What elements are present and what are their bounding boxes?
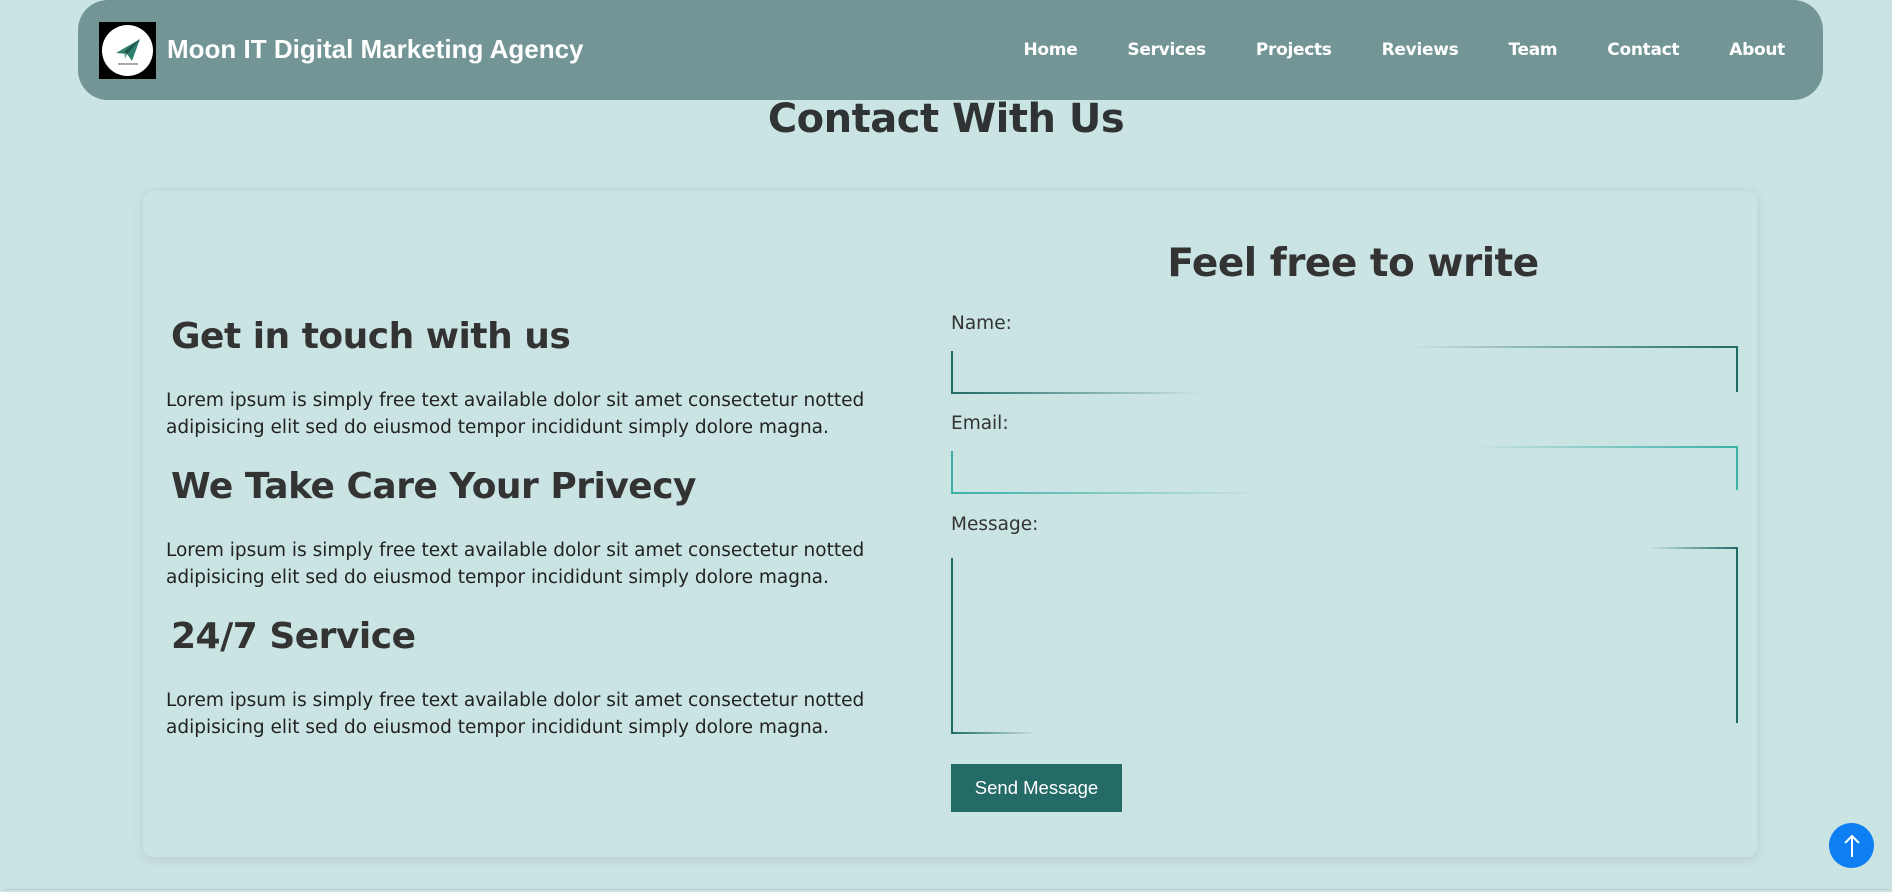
top-navbar: Moon IT Digital Marketing Agency Home Se… — [78, 0, 1823, 100]
brand-name[interactable]: Moon IT Digital Marketing Agency — [167, 34, 584, 65]
arrow-up-icon — [1843, 834, 1860, 857]
info-heading-service: 24/7 Service — [171, 616, 416, 657]
info-text-service: Lorem ipsum is simply free text availabl… — [166, 690, 865, 738]
info-heading-privacy: We Take Care Your Privecy — [171, 466, 697, 507]
nav-projects[interactable]: Projects — [1256, 40, 1332, 60]
nav-home[interactable]: Home — [1023, 40, 1077, 60]
nav-about[interactable]: About — [1729, 40, 1785, 60]
scroll-to-top-button[interactable] — [1829, 823, 1874, 868]
page-title: Contact With Us — [767, 96, 1125, 142]
message-textarea[interactable] — [955, 551, 1734, 730]
info-heading-get-in-touch: Get in touch with us — [171, 316, 571, 357]
form-title: Feel free to write — [1167, 241, 1539, 286]
send-message-button[interactable]: Send Message — [951, 764, 1122, 812]
nav-team[interactable]: Team — [1508, 40, 1557, 60]
brand-logo[interactable] — [99, 22, 156, 79]
name-field[interactable] — [951, 346, 1738, 394]
contact-card: Get in touch with us Lorem ipsum is simp… — [143, 191, 1757, 857]
main-nav: Home Services Projects Reviews Team Cont… — [1023, 40, 1785, 60]
paper-plane-logo-icon — [115, 38, 140, 64]
email-field[interactable] — [951, 446, 1738, 494]
name-input[interactable] — [955, 350, 1734, 390]
email-input[interactable] — [955, 450, 1734, 490]
info-text-privacy: Lorem ipsum is simply free text availabl… — [166, 540, 865, 588]
info-text-get-in-touch: Lorem ipsum is simply free text availabl… — [166, 390, 865, 438]
nav-reviews[interactable]: Reviews — [1382, 40, 1459, 60]
nav-contact[interactable]: Contact — [1607, 40, 1679, 60]
name-label: Name: — [951, 313, 1012, 334]
message-field[interactable] — [951, 547, 1738, 734]
nav-services[interactable]: Services — [1127, 40, 1206, 60]
message-label: Message: — [951, 514, 1039, 535]
email-label: Email: — [951, 413, 1009, 434]
